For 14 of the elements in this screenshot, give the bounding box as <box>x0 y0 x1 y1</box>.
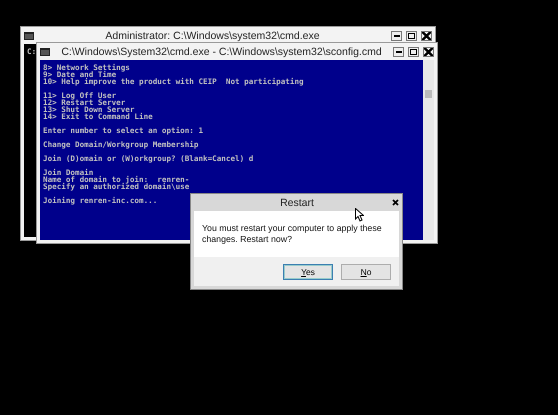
maximize-button[interactable] <box>406 30 417 40</box>
scrollbar-thumb[interactable] <box>425 90 432 98</box>
close-button[interactable] <box>421 30 432 40</box>
window-title: Administrator: C:\Windows\system32\cmd.exe <box>104 30 321 42</box>
close-icon[interactable] <box>392 199 399 206</box>
dialog-button[interactable]: Yes <box>283 264 333 280</box>
minimize-button[interactable] <box>391 30 402 40</box>
dialog-message: You must restart your computer to apply these changes. Restart now? <box>202 223 383 245</box>
dialog-title: Restart <box>279 196 315 208</box>
close-button[interactable] <box>423 46 434 56</box>
dialog-button[interactable]: No <box>341 264 391 280</box>
window-title: C:\Windows\System32\cmd.exe - C:\Windows\system32\sconfig.cmd <box>60 46 383 58</box>
minimize-button[interactable] <box>393 46 404 56</box>
maximize-button[interactable] <box>408 46 419 56</box>
